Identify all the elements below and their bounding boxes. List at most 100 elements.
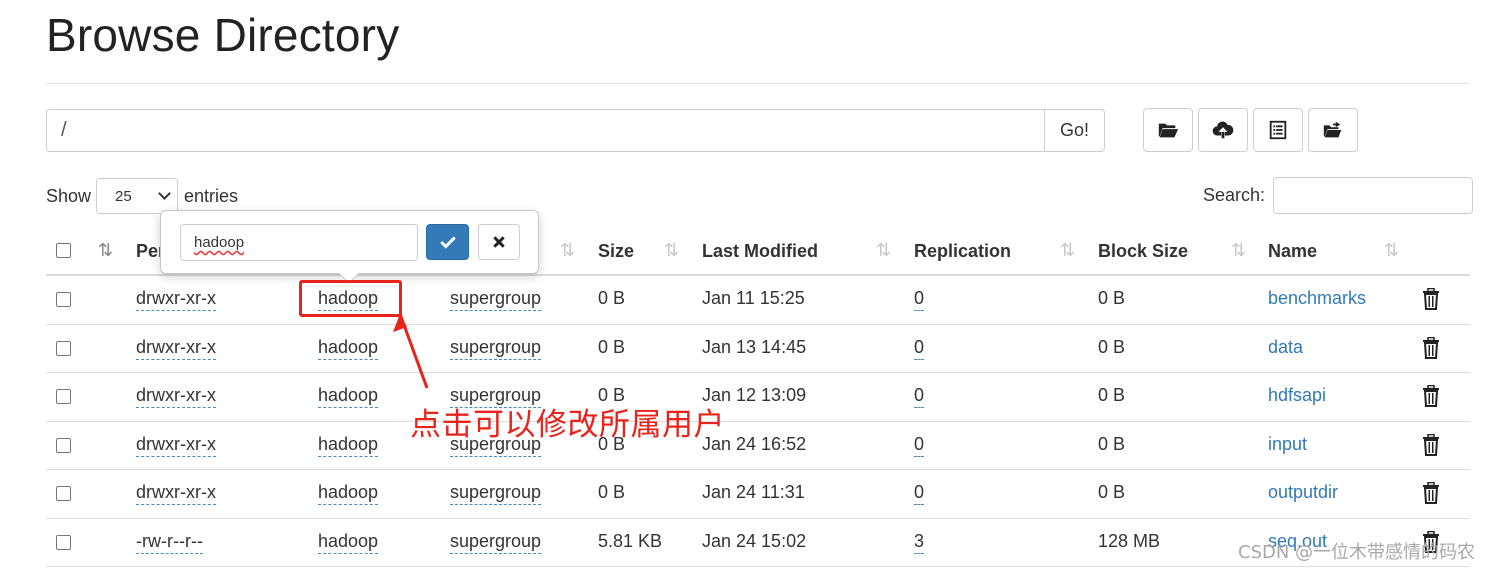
name-link[interactable]: hdfsapi [1268,385,1326,406]
sort-icon[interactable]: ⇅ [1231,240,1246,261]
length-control: Show 25 entries [46,178,238,214]
search-label: Search: [1203,185,1266,205]
select-all-checkbox[interactable] [56,243,71,258]
annotation-text: 点击可以修改所属用户 [410,407,725,443]
sort-asc-icon[interactable]: ⇅ [98,240,113,261]
owner-edit-input[interactable]: hadoop [180,224,418,261]
owner-edit-value: hadoop [194,234,245,251]
permission-cell[interactable]: drwxr-xr-x [136,434,216,457]
table-row: drwxr-xr-x hadoop supergroup 0 B Jan 11 15:2… [46,276,1470,325]
show-label: Show [46,185,92,206]
cloud-upload-icon [1212,121,1234,139]
path-input[interactable] [46,109,1044,152]
check-icon [439,236,456,249]
size-cell: 0 B [598,288,626,308]
group-cell[interactable]: supergroup [450,482,542,505]
name-link[interactable]: data [1268,337,1303,358]
name-link[interactable]: benchmarks [1268,288,1366,309]
search-input[interactable] [1273,177,1474,214]
trash-icon[interactable] [1422,433,1440,456]
path-bar: Go! [46,109,1105,152]
name-link[interactable]: input [1268,434,1307,455]
close-icon [493,236,505,248]
row-checkbox[interactable] [56,389,71,404]
header-replication[interactable]: Replication [914,241,1011,262]
table-row: drwxr-xr-x hadoop supergroup 0 B Jan 24 11:3… [46,470,1470,519]
table-row: drwxr-xr-x hadoop supergroup 0 B Jan 24 16:5… [46,422,1470,470]
replication-cell[interactable]: 0 [914,482,925,505]
toolbar [1143,108,1358,152]
sort-icon[interactable]: ⇅ [664,240,679,261]
row-checkbox[interactable] [56,340,71,356]
table-row: drwxr-xr-x hadoop supergroup 0 B Jan 12 13:0… [46,373,1470,422]
owner-cell[interactable]: hadoop [318,385,379,408]
permission-cell[interactable]: drwxr-xr-x [136,385,216,408]
file-table: ⇅ Per ⇅ Size ⇅ Last Modified ⇅ Replicati… [46,228,1470,567]
entries-label: entries [184,185,239,206]
confirm-button[interactable] [426,224,469,260]
replication-cell[interactable]: 0 [914,385,925,408]
owner-cell[interactable]: hadoop [318,337,379,360]
group-cell[interactable]: supergroup [450,531,542,554]
block-size-cell: 0 B [1098,288,1126,308]
header-block-size[interactable]: Block Size [1098,241,1188,262]
permission-cell[interactable]: -rw-r--r-- [136,531,203,554]
owner-edit-popover: hadoop [160,210,539,284]
header-size[interactable]: Size [598,241,634,262]
entries-select-value: 25 [115,187,132,205]
table-row: drwxr-xr-x hadoop supergroup 0 B Jan 13 14:4… [46,325,1470,373]
upload-button[interactable] [1198,108,1248,152]
block-size-cell: 0 B [1098,336,1126,357]
owner-cell[interactable]: hadoop [318,531,379,554]
trash-icon[interactable] [1422,481,1440,504]
list-icon [1269,120,1287,140]
row-checkbox[interactable] [56,534,71,550]
replication-cell[interactable]: 0 [914,434,925,457]
cancel-button[interactable] [478,224,520,260]
modified-cell: Jan 24 15:02 [702,530,807,551]
trash-icon[interactable] [1422,287,1440,310]
go-button[interactable]: Go! [1044,109,1105,152]
group-cell[interactable]: supergroup [450,337,542,360]
trash-icon[interactable] [1422,336,1440,359]
folder-open-icon [1158,123,1179,138]
name-link[interactable]: outputdir [1268,482,1338,503]
permission-cell[interactable]: drwxr-xr-x [136,288,216,311]
permission-cell[interactable]: drwxr-xr-x [136,337,216,360]
cut-list-button[interactable] [1253,108,1303,152]
size-cell: 0 B [598,482,626,502]
sort-icon[interactable]: ⇅ [876,240,891,261]
owner-cell[interactable]: hadoop [318,434,379,457]
modified-cell: Jan 11 15:25 [702,288,805,308]
sort-icon[interactable]: ⇅ [1384,240,1399,261]
entries-select[interactable]: 25 [96,178,179,214]
row-checkbox[interactable] [56,486,71,501]
block-size-cell: 0 B [1098,385,1126,405]
paste-button[interactable] [1308,108,1358,152]
owner-cell[interactable]: hadoop [318,482,379,505]
group-cell[interactable]: supergroup [450,288,542,311]
row-checkbox[interactable] [56,292,71,307]
size-cell: 5.81 KB [598,530,663,551]
size-cell: 0 B [598,336,626,357]
sort-icon[interactable]: ⇅ [560,240,575,261]
row-checkbox[interactable] [56,437,71,453]
replication-cell[interactable]: 0 [914,288,925,311]
watermark: CSDN @一位木带感情的码农 [1238,542,1476,563]
create-directory-button[interactable] [1143,108,1193,152]
header-name[interactable]: Name [1268,241,1317,262]
replication-cell[interactable]: 0 [914,337,925,360]
sort-icon[interactable]: ⇅ [1060,240,1075,261]
block-size-cell: 0 B [1098,433,1126,454]
header-last-modified[interactable]: Last Modified [702,241,818,262]
table-body: drwxr-xr-x hadoop supergroup 0 B Jan 11 15:2… [46,276,1470,567]
annotation-arrow [393,313,429,389]
modified-cell: Jan 13 14:45 [702,336,807,357]
search-control: Search: [1203,177,1474,214]
chevron-down-icon [158,187,171,200]
trash-icon[interactable] [1422,384,1440,407]
title-divider [46,83,1470,84]
permission-cell[interactable]: drwxr-xr-x [136,482,216,505]
block-size-cell: 0 B [1098,482,1126,502]
replication-cell[interactable]: 3 [914,531,925,554]
